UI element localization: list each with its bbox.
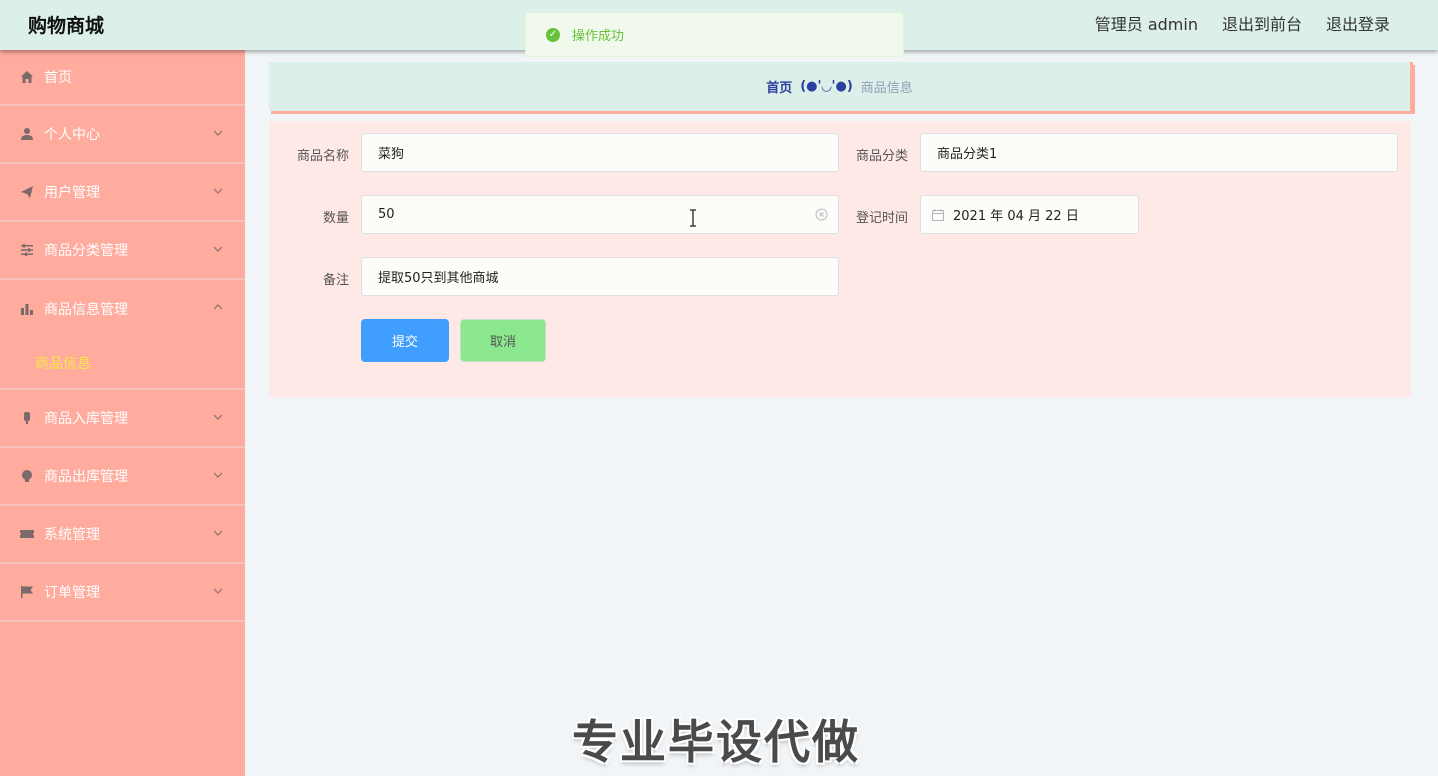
remark-value: 提取50只到其他商城 — [378, 271, 499, 286]
to-front-link[interactable]: 退出到前台 — [1222, 11, 1302, 35]
quantity-input[interactable]: 50 — [361, 195, 839, 234]
name-input[interactable]: 菜狗 — [361, 133, 839, 172]
sidebar-item-goods[interactable]: 商品信息管理 — [0, 280, 245, 338]
logout-link[interactable]: 退出登录 — [1326, 11, 1390, 35]
sidebar-item-stock-out[interactable]: 商品出库管理 — [0, 448, 245, 506]
paper-plane-icon — [21, 186, 33, 198]
category-value: 商品分类1 — [937, 147, 998, 162]
goods-form: 商品名称 菜狗 商品分类 商品分类1 数量 50 登记时间 2021 年 04 … — [269, 121, 1411, 397]
sidebar-item-label: 商品出库管理 — [44, 469, 128, 485]
sidebar-item-label: 订单管理 — [44, 585, 100, 601]
sidebar-item-label: 首页 — [44, 70, 72, 86]
sidebar-item-users[interactable]: 用户管理 — [0, 164, 245, 222]
quantity-value: 50 — [378, 207, 395, 222]
header-actions: 管理员 admin 退出到前台 退出登录 — [1095, 11, 1390, 35]
user-icon — [21, 128, 33, 140]
submit-button[interactable]: 提交 — [361, 319, 449, 362]
category-label: 商品分类 — [855, 149, 908, 164]
chevron-down-icon — [213, 130, 223, 136]
chevron-down-icon — [213, 530, 223, 536]
name-value: 菜狗 — [378, 147, 405, 162]
flag-icon — [21, 586, 33, 598]
sliders-icon — [21, 244, 33, 256]
cancel-button[interactable]: 取消 — [460, 319, 546, 362]
sidebar-item-label: 商品信息管理 — [44, 302, 128, 318]
date-picker[interactable]: 2021 年 04 月 22 日 — [920, 195, 1139, 234]
chevron-down-icon — [213, 188, 223, 194]
chevron-down-icon — [213, 472, 223, 478]
watermark-text: 专业毕设代做 — [572, 715, 860, 769]
sidebar: 首页 个人中心 用户管理 商品分类管理 商品信息管理 商品信息 商品入库管理 商… — [0, 50, 245, 776]
success-toast: ✓ 操作成功 — [525, 12, 904, 57]
remark-label: 备注 — [322, 273, 349, 288]
date-value: 2021 年 04 月 22 日 — [953, 209, 1079, 224]
sidebar-item-label: 个人中心 — [44, 127, 100, 143]
check-circle-icon: ✓ — [546, 27, 560, 42]
home-icon — [21, 71, 33, 83]
sidebar-item-system[interactable]: 系统管理 — [0, 506, 245, 564]
bar-chart-icon — [21, 304, 33, 315]
sidebar-item-profile[interactable]: 个人中心 — [0, 106, 245, 164]
sidebar-item-label: 商品入库管理 — [44, 411, 128, 427]
sidebar-item-label: 系统管理 — [44, 527, 100, 543]
brand-title: 购物商城 — [28, 15, 105, 37]
toast-message: 操作成功 — [572, 29, 625, 44]
chevron-down-icon — [213, 246, 223, 252]
bulb-icon — [22, 470, 32, 482]
sidebar-item-home[interactable]: 首页 — [0, 50, 245, 106]
sidebar-item-label: 用户管理 — [44, 185, 100, 201]
microphone-icon — [24, 412, 30, 424]
breadcrumb-separator: (●'◡'●) — [800, 79, 853, 94]
admin-label: 管理员 admin — [1094, 15, 1198, 34]
sidebar-item-orders[interactable]: 订单管理 — [0, 564, 245, 622]
calendar-icon — [932, 208, 944, 221]
date-label: 登记时间 — [855, 211, 908, 226]
quantity-label: 数量 — [322, 211, 349, 226]
sidebar-item-label: 商品分类管理 — [44, 243, 128, 259]
submenu-item-goods-info[interactable]: 商品信息 — [0, 338, 245, 390]
text-cursor-icon — [690, 209, 696, 227]
remark-input[interactable]: 提取50只到其他商城 — [361, 257, 839, 296]
breadcrumb-current: 商品信息 — [860, 81, 913, 96]
sidebar-item-stock-in[interactable]: 商品入库管理 — [0, 390, 245, 448]
category-input[interactable]: 商品分类1 — [920, 133, 1398, 172]
name-label: 商品名称 — [296, 149, 349, 164]
chevron-down-icon — [213, 414, 223, 420]
ticket-icon — [20, 530, 34, 538]
sidebar-item-category[interactable]: 商品分类管理 — [0, 222, 245, 280]
breadcrumb: 首页 (●'◡'●) 商品信息 — [269, 62, 1413, 111]
breadcrumb-home[interactable]: 首页 — [766, 77, 792, 96]
clear-icon[interactable] — [815, 208, 828, 221]
chevron-down-icon — [213, 588, 223, 594]
chevron-up-icon — [213, 304, 223, 310]
